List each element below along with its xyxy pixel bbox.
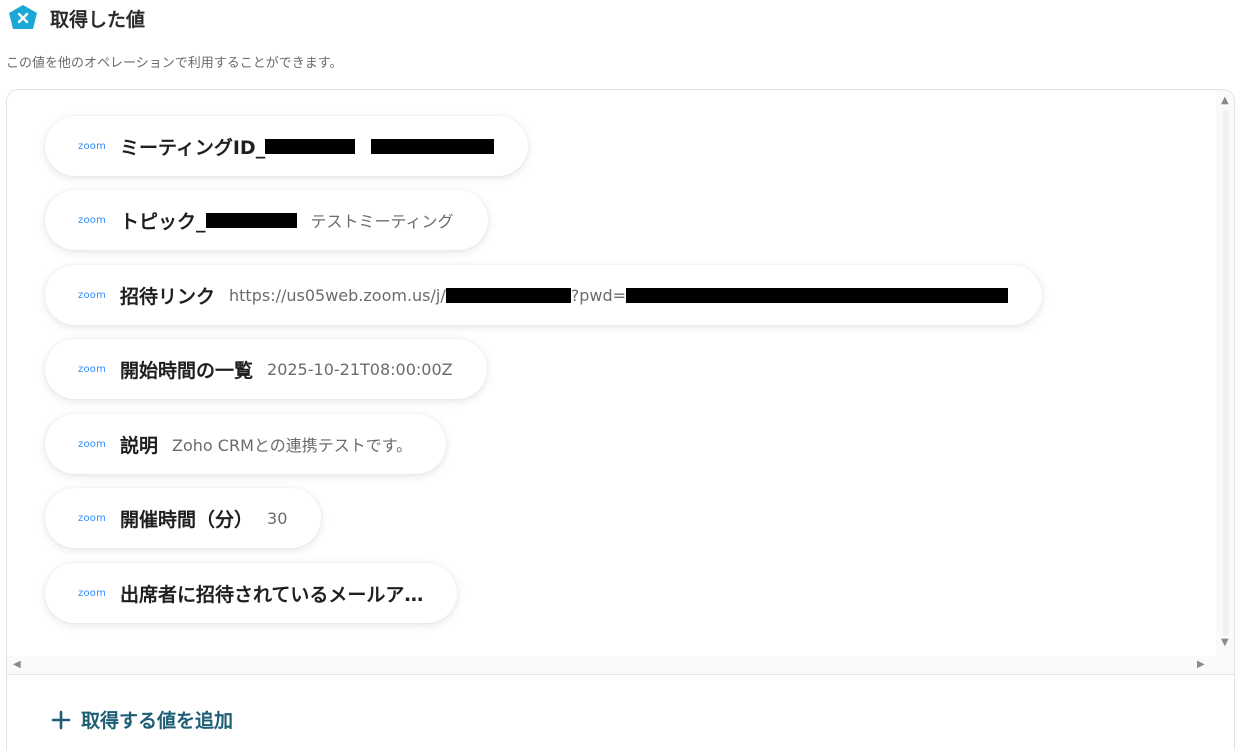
vertical-scroll-thumb[interactable] [1223, 110, 1229, 636]
scroll-left-arrow-icon[interactable]: ◀ [13, 660, 21, 670]
redacted-block [445, 287, 571, 303]
value-chip-meeting-id[interactable]: zoom ミーティングID_ [45, 116, 529, 176]
value-chip-duration[interactable]: zoom 開催時間（分） 30 [45, 488, 322, 548]
section-description: この値を他のオペレーションで利用することができます。 [6, 56, 343, 71]
scroll-up-arrow-icon[interactable]: ▲ [1221, 96, 1229, 106]
value-chip-invite-link[interactable]: zoom 招待リンク https://us05web.zoom.us/j/ ?p… [45, 265, 1043, 325]
zoom-logo-icon: zoom [78, 512, 107, 524]
scroll-down-arrow-icon[interactable]: ▼ [1221, 638, 1229, 648]
value-text: 30 [267, 508, 288, 528]
value-text: ?pwd= [570, 285, 627, 305]
value-text: https://us05web.zoom.us/j/ [229, 285, 446, 305]
value-text: 2025-10-21T08:00:00Z [267, 359, 453, 379]
x-badge-icon [9, 5, 37, 29]
zoom-logo-icon: zoom [78, 587, 107, 599]
value-text: Zoho CRMとの連携テストです。 [172, 436, 413, 455]
scroll-right-arrow-icon[interactable]: ▶ [1197, 660, 1205, 670]
plus-icon [51, 710, 71, 729]
value-label: 招待リンク [120, 285, 216, 308]
redacted-block [371, 138, 495, 154]
value-text: テストミーティング [310, 212, 454, 231]
values-panel: zoom ミーティングID_ zoom トピック_ テストミーティング zoom… [6, 89, 1235, 750]
value-label: トピック_ [120, 210, 206, 233]
add-value-label: 取得する値を追加 [81, 710, 234, 732]
redacted-block [626, 287, 1009, 303]
zoom-logo-icon: zoom [78, 140, 107, 152]
value-label: ミーティングID_ [120, 136, 266, 159]
scrollbar-corner [1216, 656, 1234, 674]
redacted-block [265, 138, 356, 154]
redacted-block [205, 212, 297, 228]
add-value-button[interactable]: 取得する値を追加 [51, 706, 233, 733]
section-header: 取得した値 [6, 4, 145, 32]
zoom-logo-icon: zoom [78, 363, 107, 375]
value-chip-topic[interactable]: zoom トピック_ テストミーティング [45, 190, 488, 250]
value-label: 出席者に招待されているメールア… [120, 583, 424, 606]
value-chip-start-time[interactable]: zoom 開始時間の一覧 2025-10-21T08:00:00Z [45, 339, 487, 399]
zoom-logo-icon: zoom [78, 289, 107, 301]
horizontal-scrollbar[interactable]: ◀ ▶ [7, 656, 1216, 674]
zoom-logo-icon: zoom [78, 214, 107, 226]
section-title: 取得した値 [50, 8, 146, 31]
vertical-scrollbar[interactable]: ▲ ▼ [1216, 90, 1234, 656]
value-label: 開始時間の一覧 [120, 359, 254, 382]
zoom-logo-icon: zoom [78, 438, 107, 450]
values-list: zoom ミーティングID_ zoom トピック_ テストミーティング zoom… [7, 90, 1216, 656]
divider [7, 674, 1234, 675]
value-chip-description[interactable]: zoom 説明 Zoho CRMとの連携テストです。 [45, 414, 447, 474]
value-label: 開催時間（分） [120, 508, 254, 531]
value-label: 説明 [120, 434, 159, 457]
value-chip-attendee-emails[interactable]: zoom 出席者に招待されているメールア… [45, 563, 458, 623]
